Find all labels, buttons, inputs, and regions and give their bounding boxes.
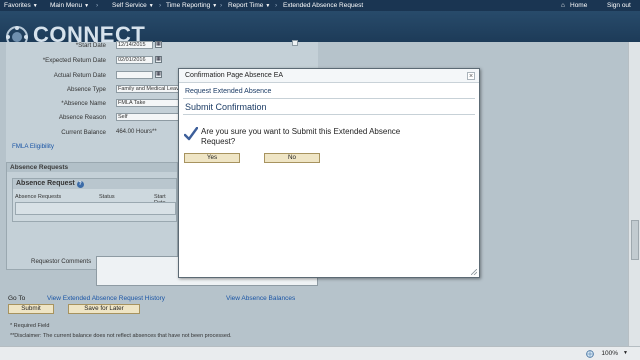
resize-grip-icon[interactable]	[471, 269, 477, 275]
main-menu[interactable]: Main Menu ▼	[50, 2, 89, 9]
current-balance-value: 464.00 Hours**	[116, 129, 157, 135]
requestor-comments-label: Requestor Comments	[31, 258, 92, 265]
view-history-link[interactable]: View Extended Absence Request History	[47, 295, 165, 302]
globe-icon	[586, 350, 594, 358]
zoom-level[interactable]: 100%	[601, 350, 618, 357]
report-time-menu[interactable]: Report Time ▼	[228, 2, 270, 9]
calendar-icon[interactable]: ▦	[155, 41, 162, 48]
breadcrumb-separator-icon: ›	[275, 2, 278, 9]
absence-requests-section: Absence Requests Absence Request ? Absen…	[6, 162, 178, 270]
start-date-label: *Start Date	[75, 42, 106, 49]
divider	[183, 114, 475, 115]
chevron-down-icon[interactable]: ▼	[623, 350, 628, 356]
help-icon[interactable]: ?	[76, 181, 84, 188]
absence-reason-field[interactable]: Self	[116, 113, 184, 121]
divider	[183, 98, 475, 99]
calendar-icon[interactable]: ▦	[155, 71, 162, 78]
dialog-title: Confirmation Page Absence EA	[179, 69, 479, 83]
dialog-heading: Submit Confirmation	[185, 102, 267, 112]
form-checkbox[interactable]	[292, 40, 298, 46]
scrollbar-thumb[interactable]	[631, 220, 639, 260]
submit-button[interactable]: Submit	[8, 304, 54, 314]
column-absence-requests: Absence Requests	[15, 194, 62, 200]
absence-type-field: Family and Medical Leave	[116, 85, 184, 93]
no-button[interactable]: No	[264, 153, 320, 163]
current-balance-label: Current Balance	[61, 129, 106, 136]
home-icon[interactable]: ⌂	[561, 2, 565, 9]
absence-name-field[interactable]: FMLA Take	[116, 99, 184, 107]
required-footnote: * Required Field	[10, 323, 50, 329]
favorites-menu[interactable]: Favorites ▼	[4, 2, 38, 9]
browser-status-bar: 100% ▼	[0, 346, 640, 360]
confirmation-question: Are you sure you want to Submit this Ext…	[201, 127, 401, 146]
breadcrumb-separator-icon: ›	[159, 2, 162, 9]
dialog-subtitle: Request Extended Absence	[185, 88, 272, 95]
expected-return-field[interactable]: 02/01/2016	[116, 56, 153, 64]
breadcrumb-current: Extended Absence Request	[283, 2, 364, 9]
save-for-later-button[interactable]: Save for Later	[68, 304, 140, 314]
self-service-menu[interactable]: Self Service ▼	[112, 2, 154, 9]
column-status: Status	[99, 194, 115, 200]
goto-label: Go To	[8, 295, 26, 302]
table-row	[15, 202, 176, 215]
top-nav-bar: Favorites ▼ Main Menu ▼ › Self Service ▼ › …	[0, 0, 640, 11]
actual-return-label: Actual Return Date	[53, 72, 106, 79]
yes-button[interactable]: Yes	[184, 153, 240, 163]
disclaimer-footnote: **Disclaimer: The current balance does n…	[10, 333, 232, 339]
app-header: CONNECT Maryland Judiciary	[0, 11, 640, 49]
time-reporting-menu[interactable]: Time Reporting ▼	[166, 2, 217, 9]
expected-return-label: *Expected Return Date	[42, 57, 106, 64]
absence-type-label: Absence Type	[66, 86, 106, 93]
grid-column-headers: Absence Requests Status Start Date	[13, 193, 176, 206]
page-scrollbar[interactable]	[628, 42, 640, 346]
start-date-field[interactable]: 12/14/2015	[116, 41, 153, 49]
view-balances-link[interactable]: View Absence Balances	[226, 295, 295, 302]
close-icon[interactable]: ×	[467, 72, 475, 80]
absence-reason-label: Absence Reason	[58, 114, 106, 121]
absence-request-grid-title: Absence Request ?	[13, 179, 176, 189]
breadcrumb-separator-icon: ›	[96, 2, 99, 9]
fmla-eligibility-link[interactable]: FMLA Eligibility	[12, 143, 54, 150]
breadcrumb-separator-icon: ›	[220, 2, 223, 9]
sign-out-link[interactable]: Sign out	[607, 2, 631, 9]
absence-name-label: *Absence Name	[61, 100, 106, 107]
home-link[interactable]: Home	[570, 2, 587, 9]
absence-requests-header: Absence Requests	[7, 163, 177, 172]
absence-request-grid: Absence Request ? Absence Requests Statu…	[12, 178, 177, 222]
confirmation-dialog: Confirmation Page Absence EA × Request E…	[178, 68, 480, 278]
calendar-icon[interactable]: ▦	[155, 56, 162, 63]
actual-return-field[interactable]	[116, 71, 153, 79]
checkmark-icon	[184, 127, 198, 141]
